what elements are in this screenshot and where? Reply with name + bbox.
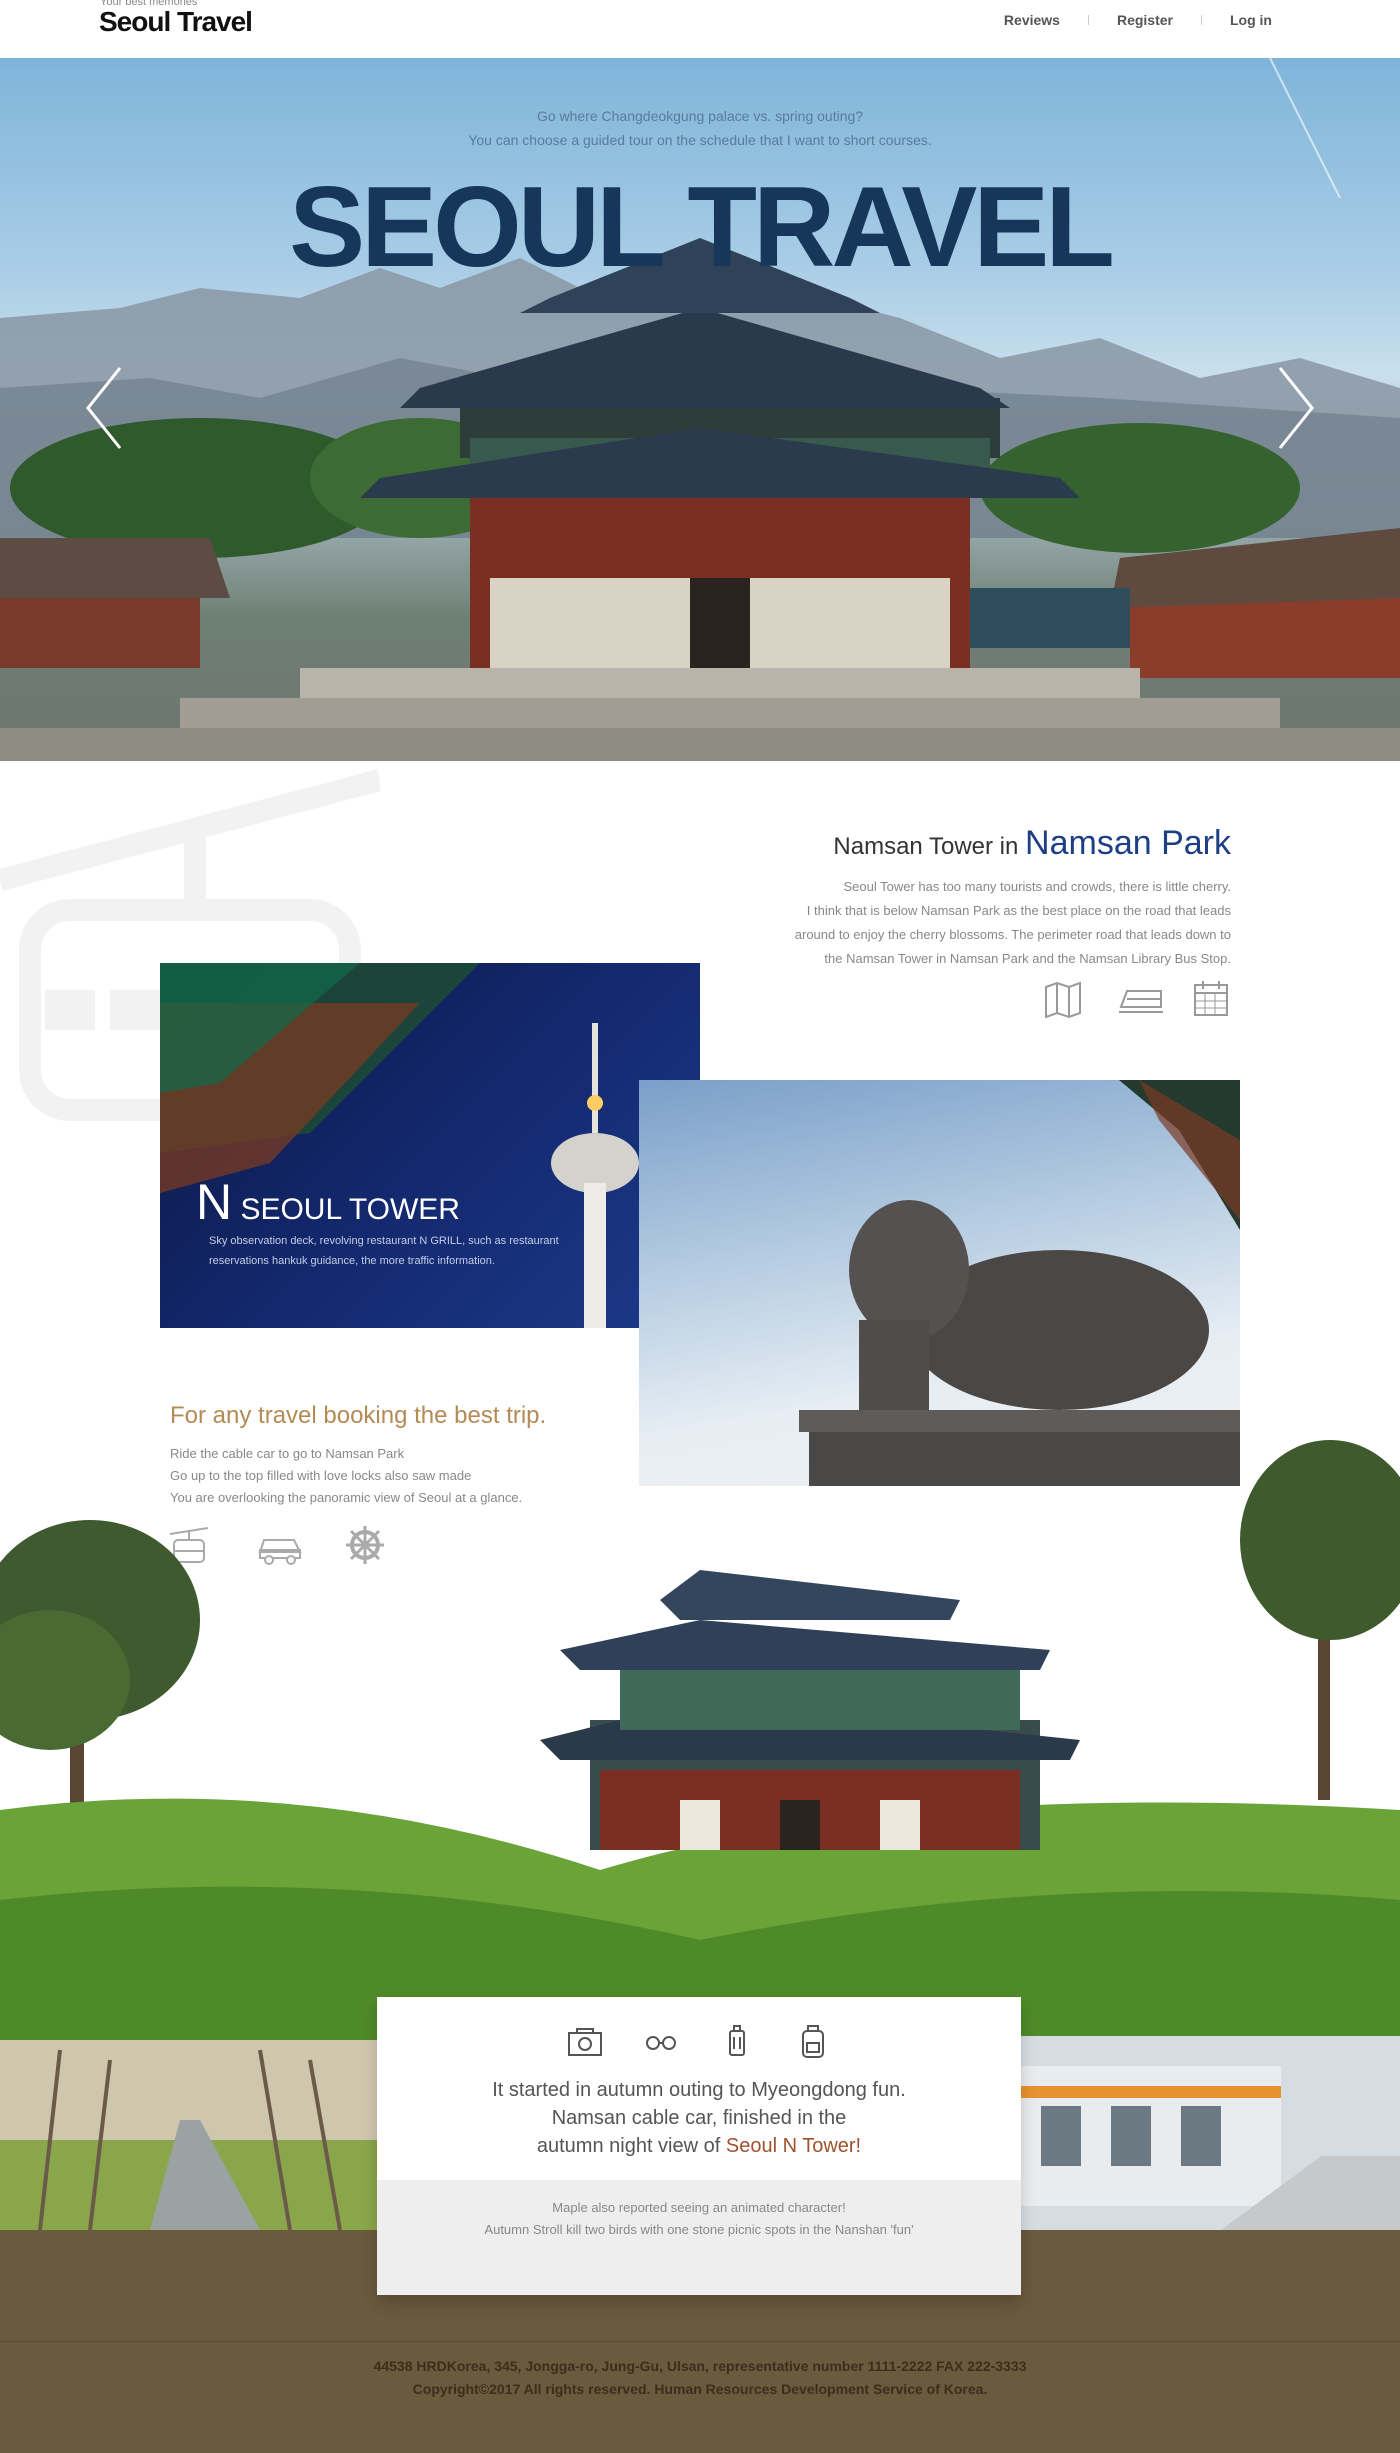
nav-reviews-link[interactable]: Reviews bbox=[976, 12, 1088, 28]
hero-title: SEOUL TRAVEL bbox=[289, 164, 1115, 291]
camera-icon[interactable] bbox=[565, 2021, 605, 2061]
namsan-desc-line: the Namsan Tower in Namsan Park and the … bbox=[824, 951, 1231, 966]
namsan-heading-big: Namsan Park bbox=[1025, 824, 1231, 862]
seoul-tower-description: Sky observation deck, revolving restaura… bbox=[209, 1235, 559, 1267]
seoul-tower-title-n: N bbox=[196, 1174, 233, 1230]
card-line-3-prefix: autumn night view of bbox=[536, 2135, 726, 2157]
chevron-left-icon[interactable] bbox=[80, 358, 140, 458]
footer-address: 44538 HRDKorea, 345, Jongga-ro, Jung-Gu,… bbox=[373, 2358, 1027, 2374]
nav-login-link[interactable]: Log in bbox=[1202, 12, 1300, 28]
card-footer: Maple also reported seeing an animated c… bbox=[377, 2180, 1021, 2295]
hero-banner: Go where Changdeokgung palace vs. spring… bbox=[0, 58, 1400, 761]
seoul-tower-title-rest: SEOUL TOWER bbox=[232, 1193, 460, 1226]
card-sub-2: Autumn Stroll kill two birds with one st… bbox=[484, 2222, 914, 2237]
site-header: Your best memories Seoul Travel Reviews … bbox=[0, 0, 1400, 58]
hero-subtitle-2: You can choose a guided tour on the sche… bbox=[468, 132, 932, 148]
namsan-heading-small: Namsan Tower in bbox=[833, 833, 1026, 860]
seoul-tower-card[interactable]: N SEOUL TOWER Sky observation deck, revo… bbox=[160, 963, 700, 1328]
namsan-heading: Namsan Tower in Namsan Park bbox=[833, 824, 1231, 863]
luggage-icon[interactable] bbox=[717, 2021, 757, 2061]
chevron-right-icon[interactable] bbox=[1260, 358, 1320, 458]
tree-path-illustration bbox=[0, 2040, 378, 2230]
glasses-icon[interactable] bbox=[641, 2021, 681, 2061]
backpack-icon[interactable] bbox=[793, 2021, 833, 2061]
subway-station-photo bbox=[1021, 2036, 1400, 2230]
namsan-desc-line: I think that is below Namsan Park as the… bbox=[806, 903, 1231, 918]
card-message: It started in autumn outing to Myeongdon… bbox=[377, 2076, 1021, 2160]
namsan-desc-line: Seoul Tower has too many tourists and cr… bbox=[843, 879, 1231, 894]
train-icon[interactable] bbox=[1117, 979, 1163, 1019]
site-logo[interactable]: Seoul Travel bbox=[99, 6, 253, 38]
card-sub-1: Maple also reported seeing an animated c… bbox=[552, 2200, 846, 2215]
subway-illustration bbox=[1021, 2036, 1400, 2230]
top-nav: Reviews Register Log in bbox=[976, 12, 1300, 28]
namsan-description: Seoul Tower has too many tourists and cr… bbox=[671, 875, 1231, 971]
card-highlight: Seoul N Tower! bbox=[725, 2135, 862, 2157]
autumn-outing-card: It started in autumn outing to Myeongdon… bbox=[377, 1997, 1021, 2295]
footer-divider bbox=[0, 2341, 1400, 2342]
card-line-2: Namsan cable car, finished in the bbox=[551, 2107, 847, 2129]
card-line-3: autumn night view of Seoul N Tower! bbox=[377, 2132, 1021, 2160]
card-icons bbox=[377, 2021, 1021, 2061]
nav-register-link[interactable]: Register bbox=[1089, 12, 1201, 28]
tree-path-photo bbox=[0, 2040, 378, 2230]
hero-subtitle-1: Go where Changdeokgung palace vs. spring… bbox=[536, 108, 864, 124]
namsan-desc-line: around to enjoy the cherry blossoms. The… bbox=[794, 927, 1231, 942]
seoul-tower-title: N SEOUL TOWER bbox=[196, 1173, 460, 1231]
footer-copyright: Copyright©2017 All rights reserved. Huma… bbox=[412, 2381, 988, 2397]
seoul-tower-image bbox=[160, 963, 639, 1328]
card-line-1: It started in autumn outing to Myeongdon… bbox=[492, 2079, 906, 2101]
palace-landscape-image bbox=[0, 1440, 1400, 2040]
map-icon[interactable] bbox=[1043, 979, 1083, 1019]
namsan-icons bbox=[1043, 979, 1231, 1019]
calendar-icon[interactable] bbox=[1191, 979, 1231, 1019]
